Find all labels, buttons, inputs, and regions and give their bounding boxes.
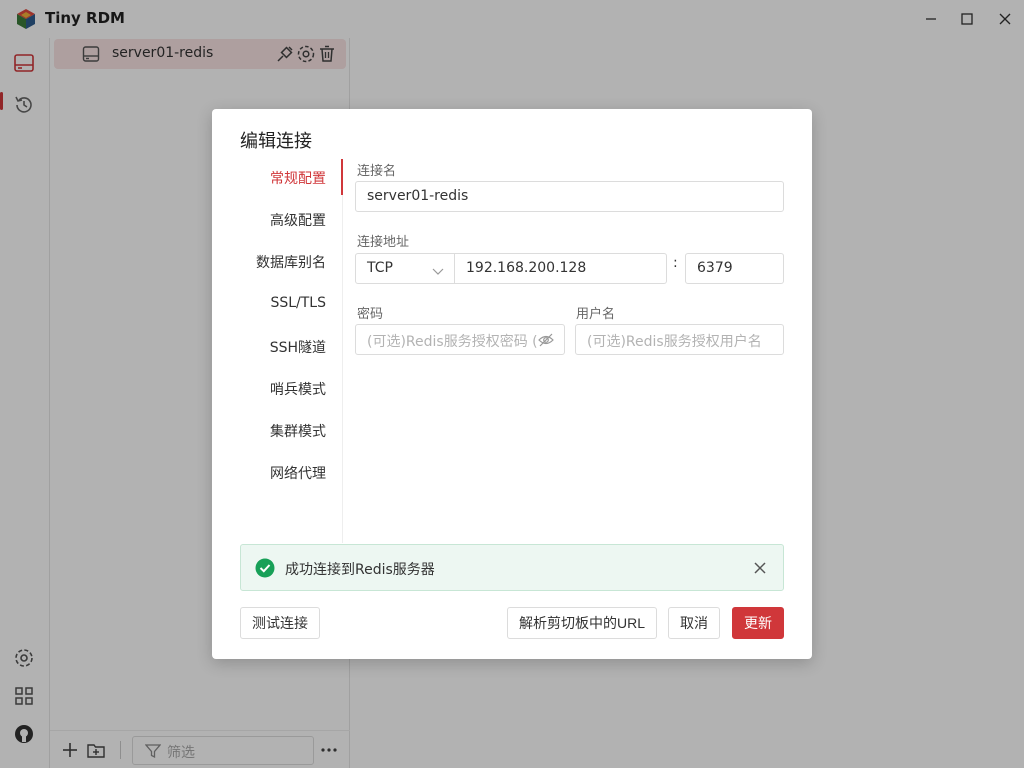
tab-ssh[interactable]: SSH隧道: [270, 337, 326, 357]
protocol-select[interactable]: TCP: [355, 253, 455, 284]
check-circle-icon: [255, 558, 275, 582]
port-input[interactable]: 6379: [685, 253, 784, 284]
protocol-value: TCP: [367, 260, 393, 276]
tab-general[interactable]: 常规配置: [270, 168, 326, 188]
dialog-tabs: 常规配置 高级配置 数据库别名 SSL/TLS SSH隧道 哨兵模式 集群模式 …: [212, 159, 343, 543]
username-input[interactable]: (可选)Redis服务授权用户名: [575, 324, 784, 355]
chevron-down-icon: [432, 264, 444, 280]
parse-url-button[interactable]: 解析剪切板中的URL: [507, 607, 658, 639]
port-separator: :: [673, 255, 678, 271]
active-tab-indicator: [341, 159, 343, 195]
tab-ssl[interactable]: SSL/TLS: [270, 295, 326, 311]
edit-connection-dialog: 编辑连接 常规配置 高级配置 数据库别名 SSL/TLS SSH隧道 哨兵模式 …: [212, 109, 812, 659]
dialog-title: 编辑连接: [240, 131, 312, 152]
close-icon[interactable]: [751, 559, 769, 577]
password-input[interactable]: (可选)Redis服务授权密码 (: [355, 324, 565, 355]
tab-sentinel[interactable]: 哨兵模式: [270, 379, 326, 399]
username-label: 用户名: [576, 307, 616, 322]
tab-advanced[interactable]: 高级配置: [270, 210, 326, 230]
tab-db-alias[interactable]: 数据库别名: [256, 252, 326, 272]
password-placeholder: (可选)Redis服务授权密码 (: [367, 334, 538, 350]
eye-off-icon[interactable]: [538, 332, 554, 352]
name-input[interactable]: server01-redis: [355, 181, 784, 212]
cancel-button[interactable]: 取消: [668, 607, 720, 639]
name-label: 连接名: [357, 164, 397, 179]
tab-proxy[interactable]: 网络代理: [270, 463, 326, 483]
success-alert: 成功连接到Redis服务器: [240, 544, 784, 591]
address-label: 连接地址: [357, 235, 410, 250]
alert-message: 成功连接到Redis服务器: [285, 562, 435, 578]
tab-cluster[interactable]: 集群模式: [270, 421, 326, 441]
password-label: 密码: [357, 307, 384, 322]
update-button[interactable]: 更新: [732, 607, 784, 639]
host-input[interactable]: 192.168.200.128: [454, 253, 667, 284]
test-connection-button[interactable]: 测试连接: [240, 607, 320, 639]
